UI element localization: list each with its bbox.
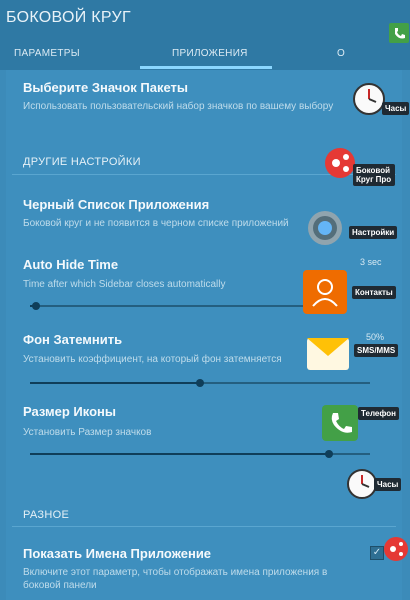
auto-hide-slider[interactable] (30, 302, 330, 310)
float-label: Настройки (349, 226, 398, 239)
gear-icon (308, 211, 342, 245)
float-label: SMS/MMS (354, 344, 399, 357)
icon-size-slider[interactable] (30, 450, 370, 458)
float-clock-1[interactable]: Часы (352, 82, 410, 121)
slider-thumb[interactable] (325, 450, 334, 458)
icon-pack-subtitle: Использовать пользовательский набор знач… (23, 101, 334, 112)
section-other-settings: ДРУГИЕ НАСТРОЙКИ (23, 156, 141, 168)
float-settings[interactable]: Настройки (305, 208, 398, 253)
float-brand-partial[interactable] (383, 536, 409, 567)
envelope-icon (307, 338, 349, 370)
dim-value: 50% (366, 332, 385, 342)
icon-size-subtitle: Установить Размер значков (23, 427, 152, 438)
show-names-title[interactable]: Показать Имена Приложение (23, 546, 211, 561)
app-title: БОКОВОЙ КРУГ (6, 9, 131, 26)
float-label: Телефон (358, 407, 399, 420)
float-label: Часы (382, 102, 410, 115)
slider-thumb[interactable] (196, 379, 204, 387)
contacts-icon (303, 270, 347, 314)
section-misc: РАЗНОЕ (23, 509, 70, 521)
blacklist-subtitle: Боковой круг и не появится в черном спис… (23, 218, 289, 229)
tab-parameters[interactable]: ПАРАМЕТРЫ (14, 48, 80, 59)
float-label: Часы (374, 478, 402, 491)
sidebar-app-icon (384, 537, 408, 561)
sidebar-app-icon (325, 148, 355, 178)
auto-hide-value: 3 sec (360, 257, 382, 267)
slider-thumb[interactable] (32, 302, 40, 310)
phone-icon (322, 405, 358, 441)
float-label: Контакты (352, 286, 396, 299)
float-phone-partial[interactable] (388, 22, 410, 49)
icon-size-title[interactable]: Размер Иконы (23, 404, 116, 419)
active-tab-indicator (140, 66, 272, 69)
auto-hide-title[interactable]: Auto Hide Time (23, 257, 118, 272)
clock-icon (353, 83, 385, 115)
show-names-subtitle: Включите этот параметр, чтобы отображать… (23, 567, 328, 591)
dim-slider[interactable] (30, 379, 370, 387)
dim-title[interactable]: Фон Затемнить (23, 332, 122, 347)
slider-fill (30, 453, 330, 455)
auto-hide-subtitle: Time after which Sidebar closes automati… (23, 279, 226, 290)
show-names-checkbox[interactable]: ✓ (370, 546, 384, 560)
blacklist-title[interactable]: Черный Список Приложения (23, 197, 209, 212)
dim-subtitle: Установить коэффициент, на который фон з… (23, 354, 282, 365)
float-sms[interactable]: SMS/MMS (305, 330, 399, 381)
float-contacts[interactable]: Контакты (301, 268, 396, 321)
slider-fill (30, 382, 200, 384)
app-bar: БОКОВОЙ КРУГ (0, 0, 410, 40)
float-brand[interactable]: Боковой Круг Про (323, 146, 395, 186)
tab-about[interactable]: О (337, 48, 345, 59)
float-label: Боковой Круг Про (353, 164, 395, 186)
float-phone[interactable]: Телефон (320, 403, 399, 448)
tab-applications[interactable]: ПРИЛОЖЕНИЯ (172, 48, 248, 59)
section-divider (12, 526, 396, 527)
float-clock-2[interactable]: Часы (346, 468, 402, 505)
icon-pack-title[interactable]: Выберите Значок Пакеты (23, 80, 188, 95)
phone-icon (389, 23, 409, 43)
